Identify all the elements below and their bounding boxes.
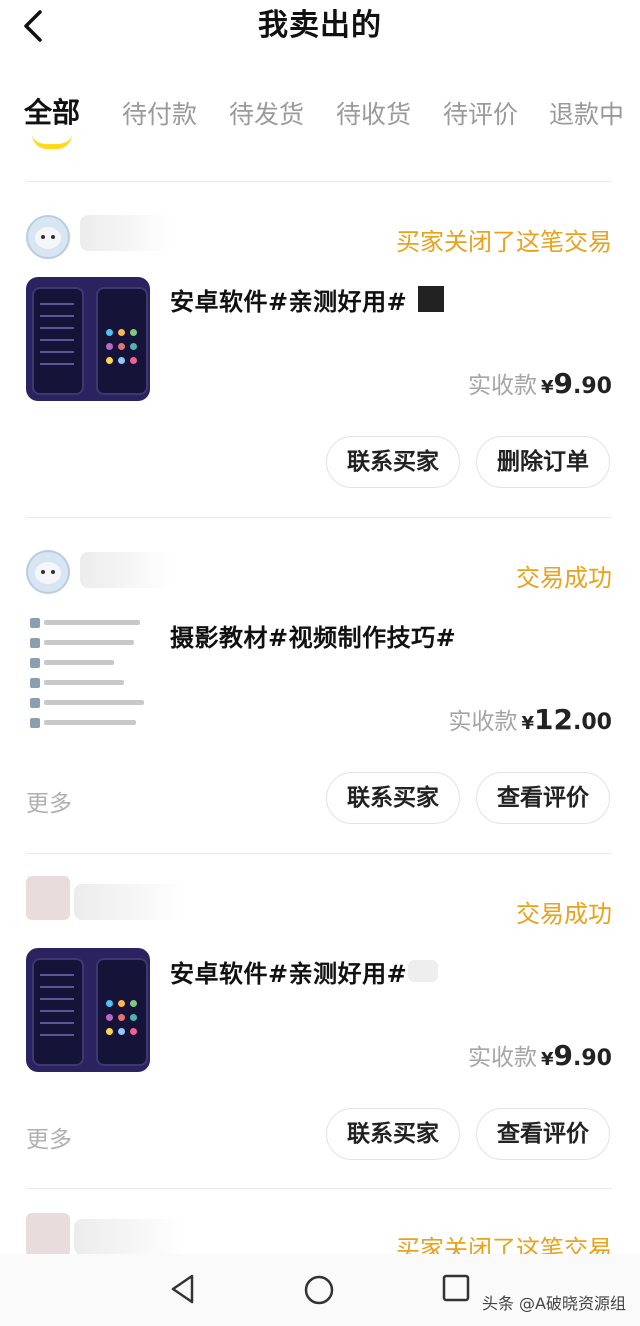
contact-buyer-button[interactable]: 联系买家: [326, 1108, 460, 1160]
buyer-avatar[interactable]: [26, 876, 70, 920]
currency-symbol: ¥: [541, 1049, 554, 1070]
currency-symbol: ¥: [541, 377, 554, 398]
price-decimal: .00: [573, 710, 612, 735]
price-decimal: .90: [573, 1046, 612, 1071]
product-thumbnail[interactable]: [26, 277, 150, 401]
buyer-avatar[interactable]: [26, 550, 70, 594]
app-header: 我卖出的: [0, 0, 640, 60]
received-amount: 实收款 ¥9.90: [468, 1038, 612, 1072]
order-status: 交易成功: [516, 900, 612, 928]
watermark-text: 头条 @A破晓资源组: [481, 1294, 626, 1313]
product-thumbnail[interactable]: [26, 948, 150, 1072]
price-integer: 12: [534, 703, 574, 736]
page-title: 我卖出的: [258, 8, 382, 43]
tab-refunding[interactable]: 退款中: [549, 98, 624, 132]
product-title[interactable]: 摄影教材#视频制作技巧#: [170, 618, 456, 653]
redacted-blur: [408, 960, 438, 982]
product-thumbnail[interactable]: [26, 612, 150, 736]
active-tab-indicator: [32, 134, 72, 149]
received-amount: 实收款 ¥9.90: [468, 366, 612, 400]
buyer-avatar[interactable]: [26, 215, 70, 259]
tab-pending-review[interactable]: 待评价: [443, 98, 518, 132]
price-integer: 9: [553, 367, 574, 400]
recents-square-icon[interactable]: [442, 1274, 470, 1302]
currency-symbol: ¥: [521, 713, 535, 734]
more-link[interactable]: 更多: [26, 1120, 72, 1154]
price-label: 实收款: [468, 1045, 537, 1071]
price-label: 实收款: [448, 709, 518, 735]
tab-all[interactable]: 全部: [24, 96, 80, 130]
buyer-name-blurred: [80, 552, 172, 588]
product-title[interactable]: 安卓软件#亲测好用#: [170, 954, 407, 989]
order-status: 买家关闭了这笔交易: [396, 228, 612, 256]
view-review-button[interactable]: 查看评价: [476, 1108, 610, 1160]
tab-pending-payment[interactable]: 待付款: [122, 98, 197, 132]
back-triangle-icon[interactable]: [168, 1272, 198, 1306]
delete-order-button[interactable]: 删除订单: [476, 436, 610, 488]
buyer-avatar[interactable]: [26, 1213, 70, 1257]
order-card: 买家关闭了这笔交易: [0, 1189, 640, 1263]
contact-buyer-button[interactable]: 联系买家: [326, 436, 460, 488]
more-link[interactable]: 更多: [26, 784, 72, 818]
order-tabs: 全部 待付款 待发货 待收货 待评价 退款中: [0, 90, 640, 150]
tab-pending-shipment[interactable]: 待发货: [229, 98, 304, 132]
price-integer: 9: [553, 1039, 574, 1072]
order-card: 交易成功 安卓软件#亲测好用# 实收款 ¥9.90 更多 联系买家 查看评价: [0, 854, 640, 1189]
order-card: 交易成功 摄影教材#视频制作技巧# 实收款 ¥12.00 更多 联系买家 查看评价: [0, 518, 640, 853]
buyer-name-blurred: [80, 215, 172, 251]
received-amount: 实收款 ¥12.00: [449, 702, 612, 736]
order-card: 买家关闭了这笔交易 安卓软件#亲测好用# 实收款 ¥9.90 联系买家 删除订单: [0, 182, 640, 517]
contact-buyer-button[interactable]: 联系买家: [326, 772, 460, 824]
buyer-name-blurred: [74, 1219, 184, 1255]
redacted-mask: [418, 286, 444, 312]
price-label: 实收款: [468, 373, 537, 399]
product-title[interactable]: 安卓软件#亲测好用#: [170, 282, 407, 317]
order-status: 交易成功: [516, 564, 612, 592]
view-review-button[interactable]: 查看评价: [476, 772, 610, 824]
price-decimal: .90: [573, 374, 612, 399]
home-circle-icon[interactable]: [303, 1274, 335, 1306]
tab-pending-receipt[interactable]: 待收货: [336, 98, 411, 132]
buyer-name-blurred: [74, 884, 184, 920]
